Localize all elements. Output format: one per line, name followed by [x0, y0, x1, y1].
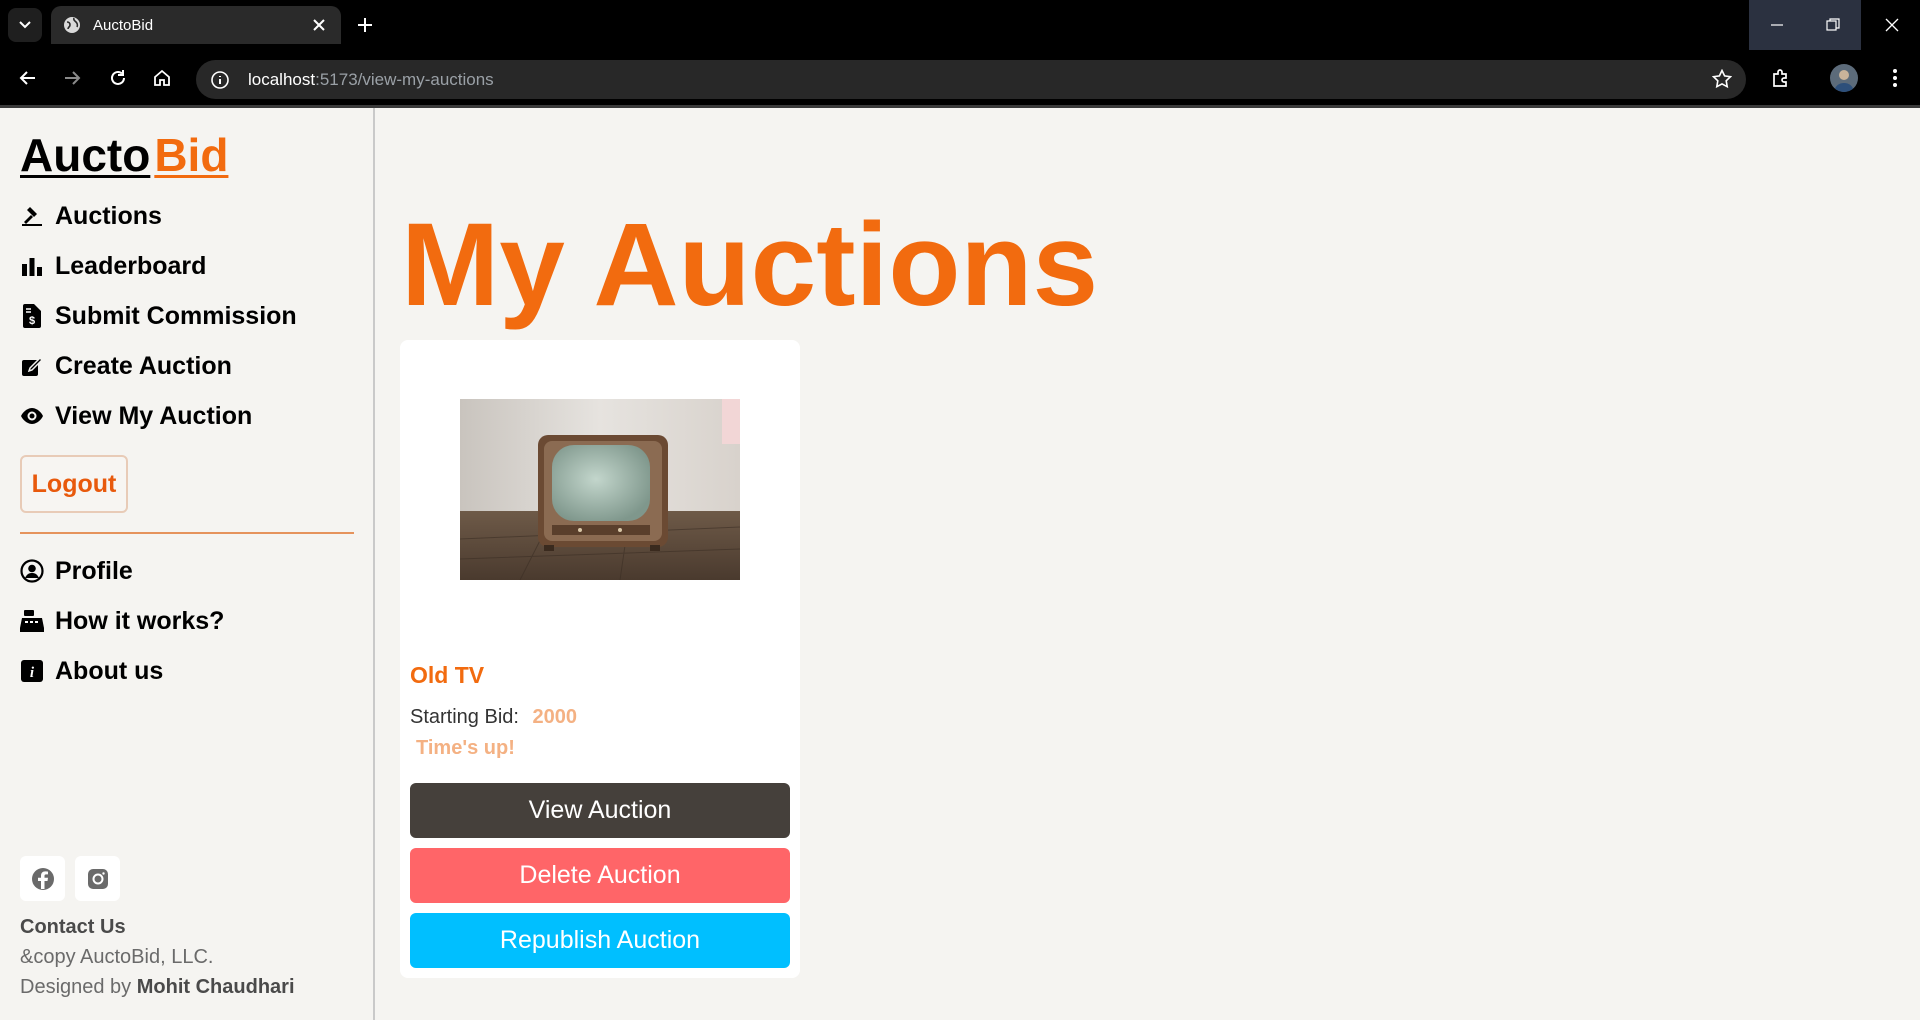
cash-register-icon: [20, 609, 44, 633]
sidebar-divider: [20, 532, 354, 534]
copyright-text: &copy AuctoBid, LLC.: [20, 946, 214, 968]
chevron-down-icon: [19, 21, 31, 29]
designed-by-prefix: Designed by: [20, 976, 132, 998]
info-square-icon: i: [20, 659, 44, 683]
sidebar-item-about-us[interactable]: i About us: [20, 655, 163, 687]
forward-button[interactable]: [57, 63, 87, 93]
instagram-icon: [87, 868, 108, 889]
logo[interactable]: Aucto Bid: [20, 128, 228, 182]
new-tab-button[interactable]: [352, 12, 378, 38]
close-icon: [1885, 18, 1899, 32]
tab-search-button[interactable]: [8, 8, 42, 42]
auction-title: Old TV: [410, 662, 485, 688]
extensions-button[interactable]: [1766, 63, 1796, 93]
browser-menu-button[interactable]: [1880, 63, 1910, 93]
puzzle-icon: [1773, 69, 1787, 87]
arrow-left-icon: [19, 71, 35, 85]
profile-avatar[interactable]: [1830, 64, 1858, 92]
sidebar-item-label: Leaderboard: [55, 251, 207, 280]
sidebar-item-submit-commission[interactable]: $ Submit Commission: [20, 300, 297, 332]
url-path: :5173/view-my-auctions: [315, 69, 494, 89]
home-button[interactable]: [147, 63, 177, 93]
restore-icon: [1826, 18, 1840, 31]
invoice-dollar-icon: $: [20, 304, 44, 328]
sidebar-item-label: Submit Commission: [55, 301, 297, 330]
old-tv-photo: [460, 399, 740, 580]
auction-status: Time's up!: [416, 737, 515, 759]
sidebar-item-label: How it works?: [55, 606, 225, 635]
logo-text-aucto: Aucto: [20, 129, 151, 181]
sidebar-item-create-auction[interactable]: Create Auction: [20, 350, 232, 382]
url-host: localhost: [248, 69, 316, 89]
plus-icon: [358, 18, 372, 32]
designed-by-text: Designed by Mohit Chaudhari: [20, 976, 295, 999]
close-tab-icon[interactable]: [309, 15, 329, 35]
instagram-link[interactable]: [75, 856, 120, 901]
restore-window-button[interactable]: [1805, 0, 1861, 50]
sidebar-item-auctions[interactable]: Auctions: [20, 200, 162, 232]
sidebar-item-label: Profile: [55, 556, 133, 585]
home-icon: [154, 69, 170, 86]
browser-titlebar: AuctoBid: [0, 0, 1920, 50]
minimize-window-button[interactable]: [1749, 0, 1805, 50]
page-title: My Auctions: [401, 199, 1099, 331]
user-avatar-icon: [1834, 70, 1854, 92]
minimize-icon: [1771, 24, 1783, 26]
address-bar[interactable]: localhost:5173/view-my-auctions: [196, 60, 1746, 99]
eye-icon: [20, 404, 44, 428]
sidebar-item-view-my-auction[interactable]: View My Auction: [20, 400, 252, 432]
view-auction-button[interactable]: View Auction: [410, 783, 790, 838]
sidebar-item-label: About us: [55, 656, 164, 685]
sidebar-item-label: Auctions: [55, 201, 162, 230]
bookmark-star-icon[interactable]: [1712, 69, 1732, 89]
starting-bid-label: Starting Bid:: [410, 706, 519, 728]
auction-image: [460, 399, 740, 580]
sidebar-item-label: Create Auction: [55, 351, 232, 380]
edit-icon: [20, 354, 44, 378]
starting-bid-value: 2000: [532, 706, 578, 728]
facebook-icon: [31, 867, 54, 890]
delete-auction-button[interactable]: Delete Auction: [410, 848, 790, 903]
reload-button[interactable]: [103, 63, 133, 93]
globe-icon: [64, 17, 80, 33]
sidebar-item-how-it-works[interactable]: How it works?: [20, 605, 224, 637]
sidebar-item-leaderboard[interactable]: Leaderboard: [20, 250, 206, 282]
sidebar-item-label: View My Auction: [55, 401, 253, 430]
more-vertical-icon: [1893, 69, 1897, 87]
site-info-icon[interactable]: [210, 70, 230, 90]
republish-auction-button[interactable]: Republish Auction: [410, 913, 790, 968]
logo-text-bid: Bid: [154, 129, 229, 181]
sidebar: Aucto Bid Auctions Leaderboard $ Submit C…: [0, 108, 375, 1020]
facebook-link[interactable]: [20, 856, 65, 901]
logout-button[interactable]: Logout: [20, 455, 128, 513]
starting-bid-row: Starting Bid: 2000: [410, 706, 577, 729]
designer-name: Mohit Chaudhari: [136, 976, 295, 998]
sidebar-item-profile[interactable]: Profile: [20, 555, 133, 587]
browser-tab[interactable]: AuctoBid: [51, 6, 341, 44]
user-circle-icon: [20, 559, 44, 583]
browser-toolbar: localhost:5173/view-my-auctions: [0, 50, 1920, 108]
back-button[interactable]: [13, 63, 43, 93]
gavel-icon: [20, 204, 44, 228]
reload-icon: [111, 70, 125, 85]
contact-us-link[interactable]: Contact Us: [20, 916, 126, 939]
tab-title: AuctoBid: [93, 16, 154, 34]
bar-chart-icon: [20, 254, 44, 278]
close-window-button[interactable]: [1864, 0, 1920, 50]
auction-card: Old TV Starting Bid: 2000 Time's up! Vie…: [400, 340, 800, 978]
arrow-right-icon: [65, 71, 81, 85]
svg-text:$: $: [29, 315, 35, 327]
